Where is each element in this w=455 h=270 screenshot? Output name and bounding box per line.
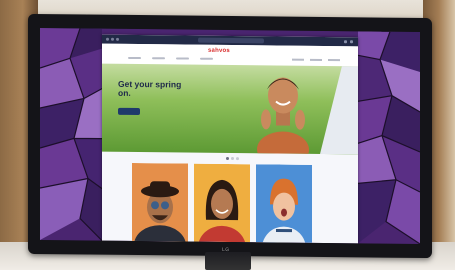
carousel-indicator [226, 156, 239, 161]
hero-cta-button[interactable] [118, 107, 140, 116]
window-controls[interactable] [106, 37, 119, 41]
photo-card-man[interactable] [132, 162, 188, 242]
nav-item[interactable] [310, 58, 322, 61]
nav-item[interactable] [328, 59, 340, 62]
share-icon[interactable] [344, 40, 347, 44]
nav-item[interactable] [152, 57, 165, 60]
nav-item[interactable] [128, 56, 141, 60]
monitor-stand [205, 252, 251, 270]
site-logo[interactable]: sahvos [208, 48, 230, 54]
hero-woman-image [254, 69, 312, 155]
minimize-dot-icon[interactable] [111, 37, 114, 41]
carousel-dot[interactable] [226, 156, 229, 160]
maximize-dot-icon[interactable] [116, 37, 119, 41]
carousel-dot[interactable] [231, 157, 234, 161]
photo-card-woman[interactable] [194, 163, 250, 243]
nav-item[interactable] [292, 58, 304, 61]
tabs-icon[interactable] [350, 40, 353, 44]
browser-window: sahvos Get your spring on. [102, 34, 358, 244]
monitor: sahvos Get your spring on. LG [28, 13, 432, 259]
hero-headline: Get your spring on. [118, 78, 182, 98]
site-nav [128, 56, 213, 60]
hero-diagonal-panel [320, 66, 358, 155]
site-nav-right [292, 58, 340, 62]
carousel-dot[interactable] [236, 157, 239, 161]
hero-banner: Get your spring on. [102, 63, 358, 155]
photo-card-child[interactable] [256, 164, 312, 243]
photo-scene: sahvos Get your spring on. LG [0, 0, 455, 270]
close-dot-icon[interactable] [106, 37, 109, 41]
nav-item[interactable] [200, 57, 213, 60]
monitor-screen: sahvos Get your spring on. [40, 28, 420, 244]
site-header: sahvos [102, 43, 358, 67]
photo-cards [132, 162, 312, 243]
address-bar[interactable] [198, 37, 264, 44]
nav-item[interactable] [176, 57, 189, 60]
toolbar-icons [344, 40, 353, 44]
